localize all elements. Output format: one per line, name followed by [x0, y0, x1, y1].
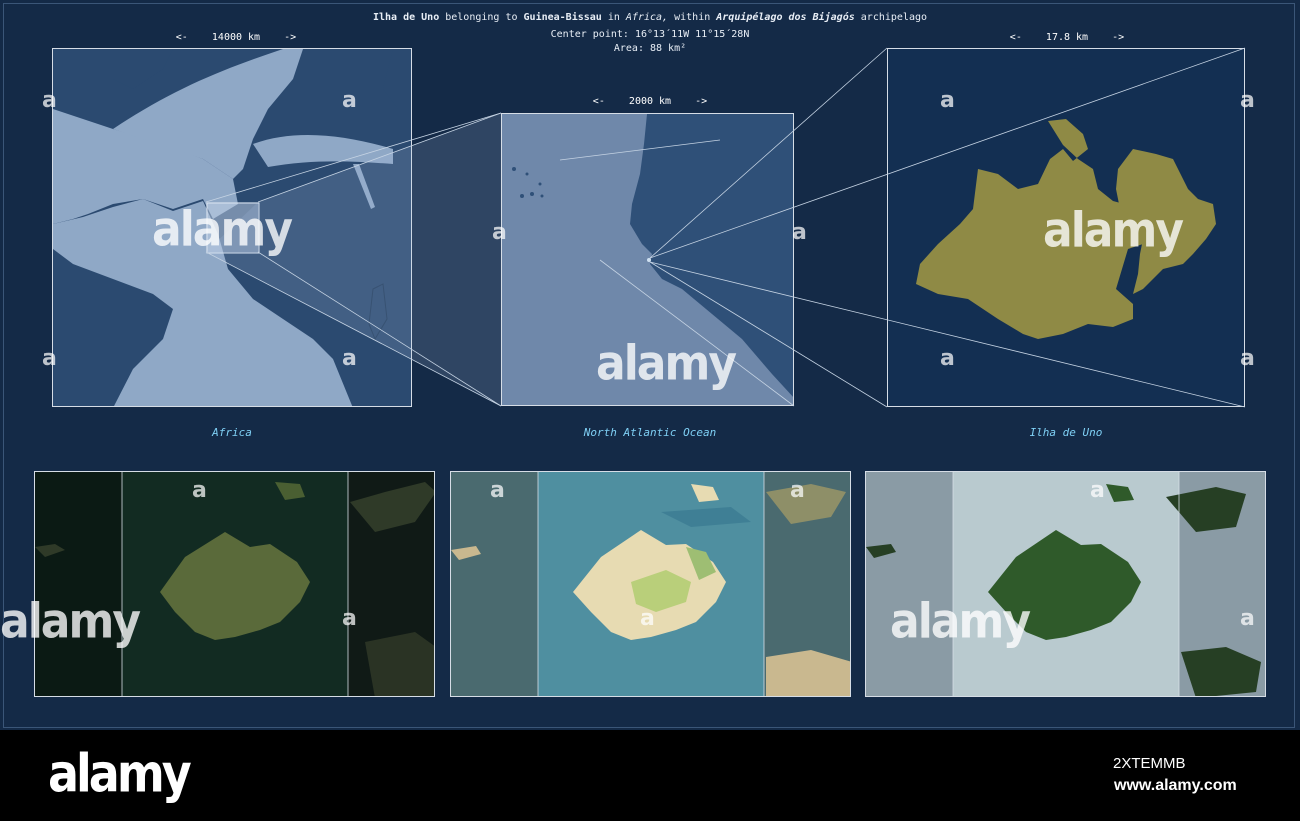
scale-island: <- 17.8 km -> — [1009, 32, 1125, 43]
satellite-map — [35, 472, 434, 696]
scale-africa: <- 14000 km -> — [175, 32, 297, 43]
watermark-mark: a — [192, 478, 207, 503]
satellite-map-panel — [34, 471, 435, 697]
watermark-mark: a — [42, 88, 57, 113]
watermark-mark: a — [640, 606, 655, 631]
center-label: Center point: — [550, 29, 629, 40]
light-map-panel — [865, 471, 1266, 697]
watermark-logo: alamy — [890, 593, 1031, 650]
area-label: Area: — [613, 43, 644, 54]
caption-ocean: North Atlantic Ocean — [583, 426, 717, 439]
in-text: in — [607, 12, 620, 23]
watermark-mark: a — [940, 346, 955, 371]
footer-bar — [0, 730, 1300, 821]
archipelago-name: Arquipélago dos Bijagós — [716, 12, 855, 23]
country-name: Guinea-Bissau — [523, 12, 602, 23]
scale-ocean: <- 2000 km -> — [592, 96, 708, 107]
area-value: 88 km² — [650, 43, 687, 54]
caption-africa: Africa — [212, 426, 252, 439]
watermark-logo: alamy — [0, 593, 141, 650]
alamy-logo: alamy — [48, 741, 192, 805]
topo-map — [451, 472, 850, 696]
watermark-mark: a — [1240, 606, 1255, 631]
watermark-mark: a — [1240, 346, 1255, 371]
watermark-mark: a — [792, 220, 807, 245]
watermark-mark: a — [490, 478, 505, 503]
watermark-logo: alamy — [152, 201, 293, 258]
image-code: 2XTEMMB — [1113, 755, 1186, 772]
watermark-mark: a — [492, 220, 507, 245]
site-url[interactable]: www.alamy.com — [1114, 777, 1237, 795]
caption-island: Ilha de Uno — [1029, 426, 1103, 439]
topo-map-panel — [450, 471, 851, 697]
watermark-mark: a — [790, 478, 805, 503]
watermark-mark: a — [1240, 88, 1255, 113]
light-map — [866, 472, 1265, 696]
watermark-logo: alamy — [596, 335, 737, 392]
watermark-mark: a — [342, 88, 357, 113]
header-title: Ilha de Uno belonging to Guinea-Bissau i… — [0, 12, 1300, 23]
island-name: Ilha de Uno — [372, 12, 440, 23]
watermark-mark: a — [42, 346, 57, 371]
watermark-logo: alamy — [1043, 202, 1184, 259]
within-text: within — [674, 12, 711, 23]
archipelago-word: archipelago — [860, 12, 928, 23]
watermark-mark: a — [342, 346, 357, 371]
belonging-text: belonging to — [445, 12, 518, 23]
watermark-mark: a — [342, 606, 357, 631]
center-value: 16°13´11W 11°15´28N — [634, 29, 750, 40]
continent-name: Africa, — [625, 12, 669, 23]
watermark-mark: a — [1090, 478, 1105, 503]
watermark-mark: a — [940, 88, 955, 113]
map-canvas: Ilha de Uno belonging to Guinea-Bissau i… — [0, 0, 1300, 730]
